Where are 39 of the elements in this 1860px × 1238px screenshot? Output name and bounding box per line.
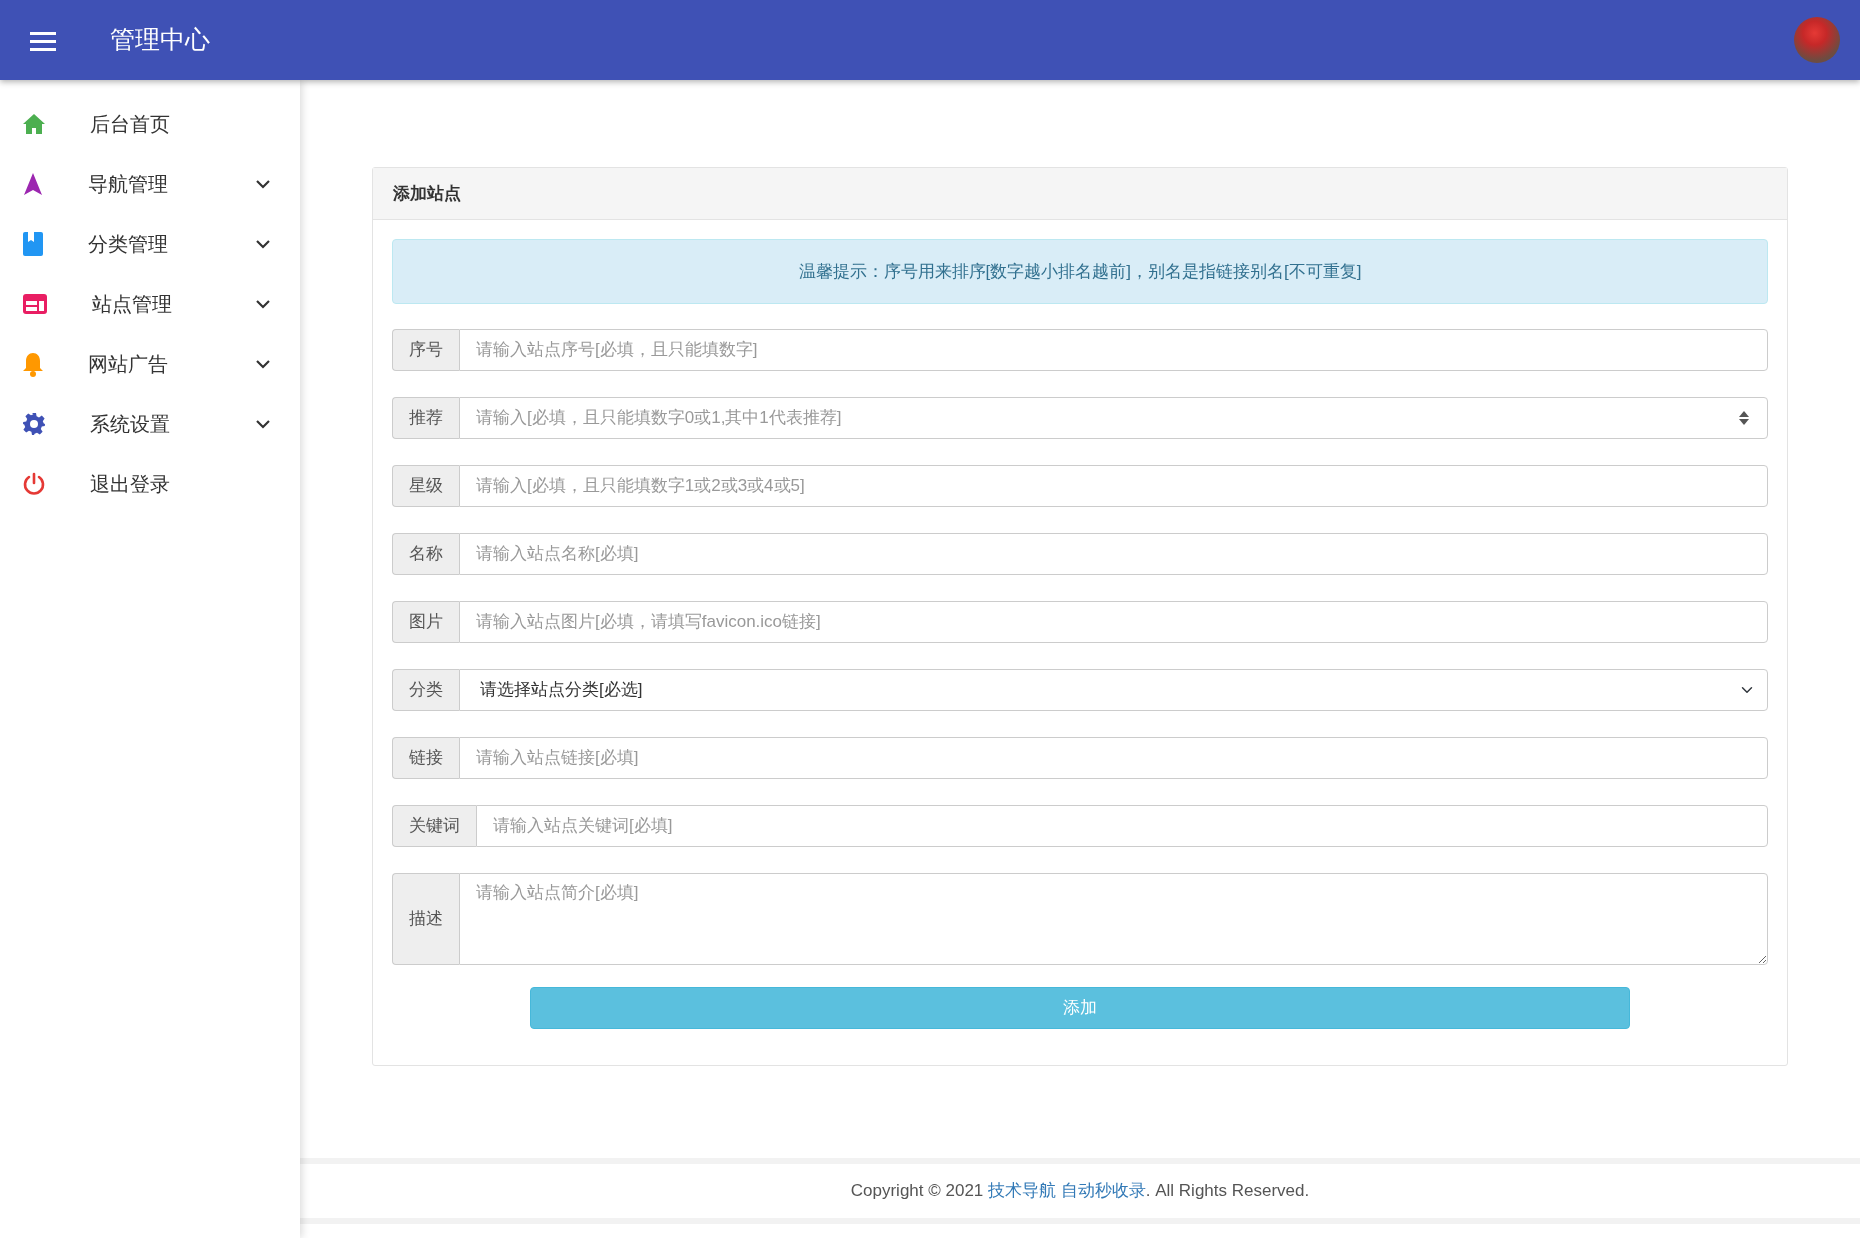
footer-link[interactable]: 技术导航 自动秒收录 [988,1181,1146,1201]
number-field[interactable]: 请输入[必填，且只能填数字0或1,其中1代表推荐] [459,397,1768,439]
field-label: 描述 [392,873,459,965]
notice-alert: 温馨提示：序号用来排序[数字越小排名越前]，别名是指链接别名[不可重复] [392,239,1768,304]
power-icon [22,472,46,496]
field-label: 名称 [392,533,459,575]
app-title: 管理中心 [110,24,210,56]
text-field[interactable]: 请输入站点图片[必填，请填写favicon.ico链接] [459,601,1768,643]
text-field[interactable]: 请输入[必填，且只能填数字1或2或3或4或5] [459,465,1768,507]
select-field[interactable]: 请选择站点分类[必选] [459,669,1768,711]
field-label: 图片 [392,601,459,643]
window-panel-icon [22,293,48,315]
settings-icon [22,412,46,436]
text-field[interactable]: 请输入站点名称[必填] [459,533,1768,575]
text-field[interactable]: 请输入站点链接[必填] [459,737,1768,779]
sidebar-item[interactable]: 导航管理 [0,154,300,214]
bell-icon [22,351,44,377]
field-label: 序号 [392,329,459,371]
field-label: 推荐 [392,397,459,439]
sidebar-item[interactable]: 退出登录 [0,454,300,514]
text-field[interactable]: 请输入站点关键词[必填] [476,805,1768,847]
navigation-arrow-icon [22,172,44,196]
field-label: 关键词 [392,805,476,847]
spinner-arrows-icon[interactable] [1738,410,1750,426]
sidebar-item[interactable]: 分类管理 [0,214,300,274]
copyright-text: Copyright © 2021 技术导航 自动秒收录. All Rights Reserved. [300,1158,1860,1224]
house-icon [22,113,46,135]
sidebar-item[interactable]: 站点管理 [0,274,300,334]
bookmark-book-icon [22,231,44,257]
card-title: 添加站点 [373,168,1787,220]
field-label: 星级 [392,465,459,507]
field-label: 链接 [392,737,459,779]
text-field[interactable]: 请输入站点序号[必填，且只能填数字] [459,329,1768,371]
sidebar-item[interactable]: 系统设置 [0,394,300,454]
textarea-field[interactable]: 请输入站点简介[必填] [459,873,1768,965]
sidebar-item[interactable]: 后台首页 [0,94,300,154]
sidebar-item[interactable]: 网站广告 [0,334,300,394]
menu-icon[interactable] [30,30,56,51]
field-label: 分类 [392,669,459,711]
